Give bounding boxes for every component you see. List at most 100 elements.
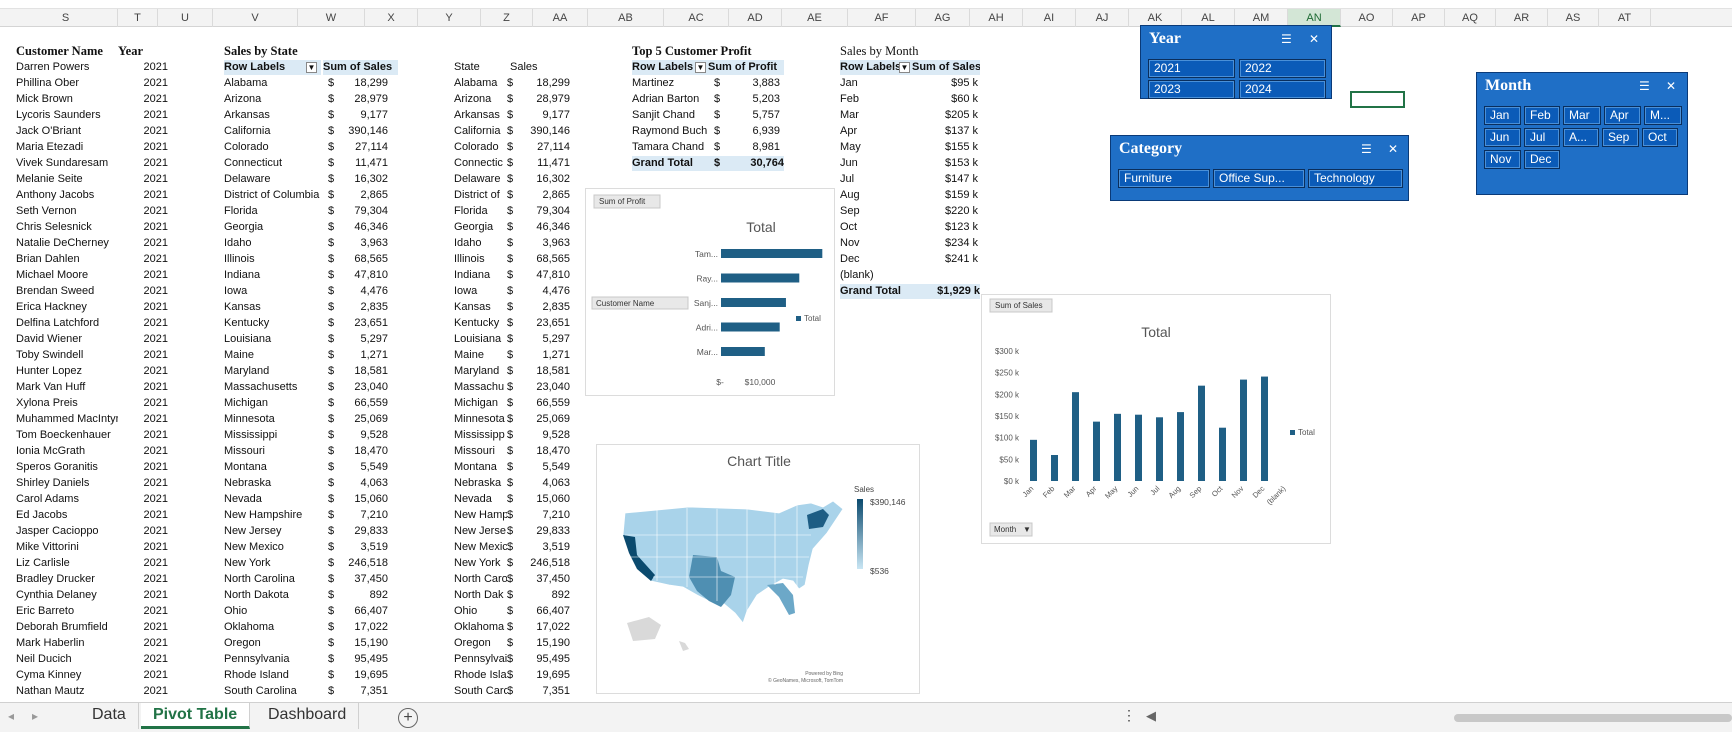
top5-profit-cell[interactable]: 6,939	[724, 124, 780, 139]
state-name-cell[interactable]: Maine	[454, 348, 507, 363]
customer-name-cell[interactable]: David Wiener	[16, 332, 118, 347]
state-row-labels-header[interactable]: Row Labels ▼	[224, 60, 321, 75]
state-sales-value[interactable]: 15,060	[510, 492, 570, 507]
state-label-cell[interactable]: South Carolina	[224, 684, 324, 699]
column-header-ah[interactable]: AH	[970, 9, 1023, 27]
year-cell[interactable]: 2021	[118, 668, 168, 683]
state-sales-cell[interactable]: 25,069	[334, 412, 388, 427]
year-cell[interactable]: 2021	[118, 124, 168, 139]
state-label-cell[interactable]: Indiana	[224, 268, 324, 283]
state-sales-cell[interactable]: 23,651	[334, 316, 388, 331]
year-cell[interactable]: 2021	[118, 60, 168, 75]
state-name-cell[interactable]: North Caro	[454, 572, 507, 587]
top5-name-cell[interactable]: Adrian Barton	[632, 92, 710, 107]
month-label-cell[interactable]: Aug	[840, 188, 910, 203]
state-sales-cell[interactable]: 66,559	[334, 396, 388, 411]
state-sales-cell[interactable]: 16,302	[334, 172, 388, 187]
state-sales-value[interactable]: 9,528	[510, 428, 570, 443]
year-cell[interactable]: 2021	[118, 300, 168, 315]
month-sales-cell[interactable]: $147 k	[912, 172, 978, 187]
year-cell[interactable]: 2021	[118, 684, 168, 699]
state-name-cell[interactable]: Connectic	[454, 156, 507, 171]
category-slicer[interactable]: Category ☰ ✕ Furniture Office Sup... Tec…	[1110, 135, 1409, 201]
multi-select-icon[interactable]: ☰	[1639, 79, 1650, 93]
scroll-left-icon[interactable]: ◂	[8, 709, 14, 723]
state-label-cell[interactable]: Kentucky	[224, 316, 324, 331]
state-sales-value[interactable]: 3,519	[510, 540, 570, 555]
state-name-cell[interactable]: Illinois	[454, 252, 507, 267]
state-label-cell[interactable]: Minnesota	[224, 412, 324, 427]
customer-name-cell[interactable]: Xylona Preis	[16, 396, 118, 411]
state-sales-cell[interactable]: 2,835	[334, 300, 388, 315]
customer-name-cell[interactable]: Delfina Latchford	[16, 316, 118, 331]
state-name-cell[interactable]: Idaho	[454, 236, 507, 251]
state-sales-value[interactable]: 29,833	[510, 524, 570, 539]
state-name-cell[interactable]: Pennsylvai	[454, 652, 507, 667]
state-sales-cell[interactable]: 79,304	[334, 204, 388, 219]
multi-select-icon[interactable]: ☰	[1281, 32, 1292, 46]
customer-name-cell[interactable]: Carol Adams	[16, 492, 118, 507]
month-label-cell[interactable]: Sep	[840, 204, 910, 219]
year-cell[interactable]: 2021	[118, 76, 168, 91]
state-sales-value[interactable]: 95,495	[510, 652, 570, 667]
column-header-t[interactable]: T	[118, 9, 158, 27]
state-sales-value[interactable]: 46,346	[510, 220, 570, 235]
state-sales-value[interactable]: 18,299	[510, 76, 570, 91]
state-label-cell[interactable]: Connecticut	[224, 156, 324, 171]
column-header-aj[interactable]: AJ	[1076, 9, 1129, 27]
state-name-cell[interactable]: Massachu	[454, 380, 507, 395]
state-sales-cell[interactable]: 95,495	[334, 652, 388, 667]
customer-name-cell[interactable]: Chris Selesnick	[16, 220, 118, 235]
state-label-cell[interactable]: Maryland	[224, 364, 324, 379]
state-sales-cell[interactable]: 28,979	[334, 92, 388, 107]
customer-name-cell[interactable]: Ed Jacobs	[16, 508, 118, 523]
state-label-cell[interactable]: Louisiana	[224, 332, 324, 347]
column-header-aa[interactable]: AA	[533, 9, 588, 27]
month-label-cell[interactable]: Oct	[840, 220, 910, 235]
state-sales-value[interactable]: 16,302	[510, 172, 570, 187]
horizontal-scrollbar[interactable]	[1454, 714, 1732, 722]
year-slicer-item[interactable]: 2024	[1239, 80, 1326, 99]
customer-name-cell[interactable]: Erica Hackney	[16, 300, 118, 315]
category-slicer-item[interactable]: Furniture	[1118, 169, 1210, 188]
state-sales-value[interactable]: 246,518	[510, 556, 570, 571]
year-cell[interactable]: 2021	[118, 492, 168, 507]
currency-symbol[interactable]: $	[714, 108, 724, 123]
state-label-cell[interactable]: Illinois	[224, 252, 324, 267]
year-slicer-item[interactable]: 2023	[1148, 80, 1235, 99]
state-name-cell[interactable]: South Caro	[454, 684, 507, 699]
customer-name-cell[interactable]: Mick Brown	[16, 92, 118, 107]
year-cell[interactable]: 2021	[118, 380, 168, 395]
state-sales-cell[interactable]: 4,063	[334, 476, 388, 491]
state-sales-value[interactable]: 1,271	[510, 348, 570, 363]
month-sales-cell[interactable]: $155 k	[912, 140, 978, 155]
month-slicer-item[interactable]: Nov	[1484, 150, 1521, 169]
month-sales-cell[interactable]: $205 k	[912, 108, 978, 123]
customer-name-cell[interactable]: Hunter Lopez	[16, 364, 118, 379]
customer-name-cell[interactable]: Tom Boeckenhauer	[16, 428, 118, 443]
customer-name-cell[interactable]: Toby Swindell	[16, 348, 118, 363]
filter-dropdown-icon[interactable]: ▼	[899, 62, 910, 73]
month-label-cell[interactable]: Jul	[840, 172, 910, 187]
customer-name-cell[interactable]: Mike Vittorini	[16, 540, 118, 555]
year-slicer-item[interactable]: 2021	[1148, 59, 1235, 78]
state-label-cell[interactable]: Missouri	[224, 444, 324, 459]
state-name-cell[interactable]: Nevada	[454, 492, 507, 507]
state-name-cell[interactable]: New Jerse	[454, 524, 507, 539]
state-label-cell[interactable]: New Hampshire	[224, 508, 324, 523]
state-name-cell[interactable]: Iowa	[454, 284, 507, 299]
year-cell[interactable]: 2021	[118, 268, 168, 283]
year-cell[interactable]: 2021	[118, 364, 168, 379]
column-header-w[interactable]: W	[298, 9, 365, 27]
column-header-z[interactable]: Z	[481, 9, 533, 27]
customer-name-cell[interactable]: Maria Etezadi	[16, 140, 118, 155]
state-sales-cell[interactable]: 18,581	[334, 364, 388, 379]
month-slicer-item[interactable]: Dec	[1524, 150, 1560, 169]
year-cell[interactable]: 2021	[118, 156, 168, 171]
state-label-cell[interactable]: Arkansas	[224, 108, 324, 123]
month-label-cell[interactable]: May	[840, 140, 910, 155]
month-total-value[interactable]: $1,929 k	[912, 284, 980, 299]
state-sales-cell[interactable]: 246,518	[334, 556, 388, 571]
state-sales-cell[interactable]: 11,471	[334, 156, 388, 171]
clear-filter-icon[interactable]: ✕	[1309, 32, 1319, 46]
